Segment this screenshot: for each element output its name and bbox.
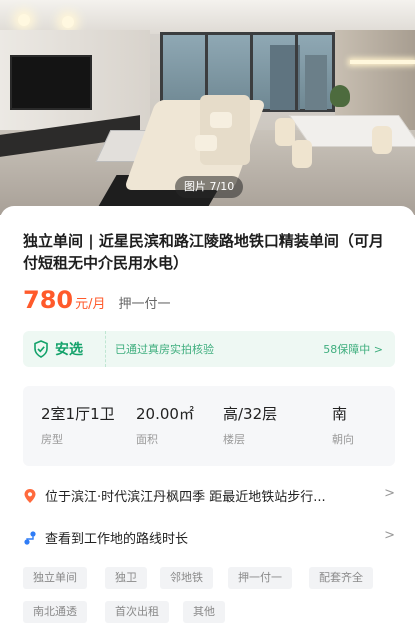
plant — [330, 85, 350, 107]
location-row[interactable]: 位于滨江·时代滨江丹枫四季 距最近地铁站步行... > — [23, 484, 395, 508]
listing-card: 独立单间 | 近星民滨和路江陵路地铁口精装单间（可月付短租无中介民用水电） 78… — [0, 206, 415, 631]
info-area: 20.00㎡ 面积 — [136, 403, 194, 447]
guarantee-link[interactable]: 58保障中 > — [323, 341, 383, 357]
anxuan-label: 安选 — [55, 342, 83, 358]
commute-text: 查看到工作地的路线时长 — [45, 532, 189, 547]
price-unit: 元/月 — [75, 297, 106, 312]
listing-photo[interactable]: 图片 7/10 — [0, 0, 415, 215]
chevron-right-icon: > — [384, 528, 395, 543]
photo-ceiling — [0, 0, 415, 34]
route-icon — [24, 531, 36, 545]
info-label: 面积 — [136, 433, 158, 446]
anxuan-banner[interactable]: 安选 已通过真房实拍核验 58保障中 > — [23, 331, 395, 367]
room-info: 2室1厅1卫 房型 20.00㎡ 面积 高/32层 楼层 南 朝向 — [23, 386, 395, 466]
tag: 邻地铁 — [160, 567, 213, 589]
commute-row[interactable]: 查看到工作地的路线时长 > — [23, 526, 395, 550]
info-label: 房型 — [41, 433, 63, 446]
tag: 首次出租 — [105, 601, 169, 623]
tag: 南北通透 — [23, 601, 87, 623]
pillow — [195, 135, 217, 151]
tag: 独卫 — [105, 567, 147, 589]
info-label: 楼层 — [223, 433, 245, 446]
price-row: 780 元/月 押一付一 — [23, 286, 171, 314]
ceiling-light — [18, 14, 30, 26]
tag: 其他 — [183, 601, 225, 623]
info-value: 2室1厅1卫 — [41, 405, 115, 423]
location-text: 位于滨江·时代滨江丹枫四季 距最近地铁站步行... — [45, 490, 326, 505]
info-room-type: 2室1厅1卫 房型 — [41, 403, 115, 447]
chevron-right-icon: > — [384, 486, 395, 501]
price-value: 780 — [23, 286, 74, 314]
outside-building — [305, 55, 327, 110]
light-strip — [350, 60, 415, 64]
dining-chair — [372, 126, 392, 154]
info-label: 朝向 — [332, 433, 354, 446]
window-frame — [295, 32, 298, 112]
payment-terms: 押一付一 — [118, 297, 171, 312]
tv — [10, 55, 92, 110]
info-value: 高/32层 — [223, 405, 278, 423]
info-floor: 高/32层 楼层 — [223, 403, 277, 447]
sofa-back — [200, 95, 250, 165]
dining-chair — [292, 140, 312, 168]
tag: 独立单间 — [23, 567, 87, 589]
pillow — [210, 112, 232, 128]
location-pin-icon — [24, 489, 36, 503]
photo-counter: 图片 7/10 — [175, 176, 244, 198]
anxuan-divider — [105, 331, 106, 367]
anxuan-description: 已通过真房实拍核验 — [115, 343, 214, 356]
ceiling-light — [62, 16, 74, 28]
info-value: 南 — [332, 405, 348, 423]
tag: 配套齐全 — [309, 567, 373, 589]
info-value: 20.00㎡ — [136, 405, 194, 423]
tag: 押一付一 — [228, 567, 292, 589]
info-orientation: 南 朝向 — [332, 403, 354, 447]
shield-check-icon — [34, 340, 48, 358]
listing-title: 独立单间 | 近星民滨和路江陵路地铁口精装单间（可月付短租无中介民用水电） — [23, 232, 384, 272]
